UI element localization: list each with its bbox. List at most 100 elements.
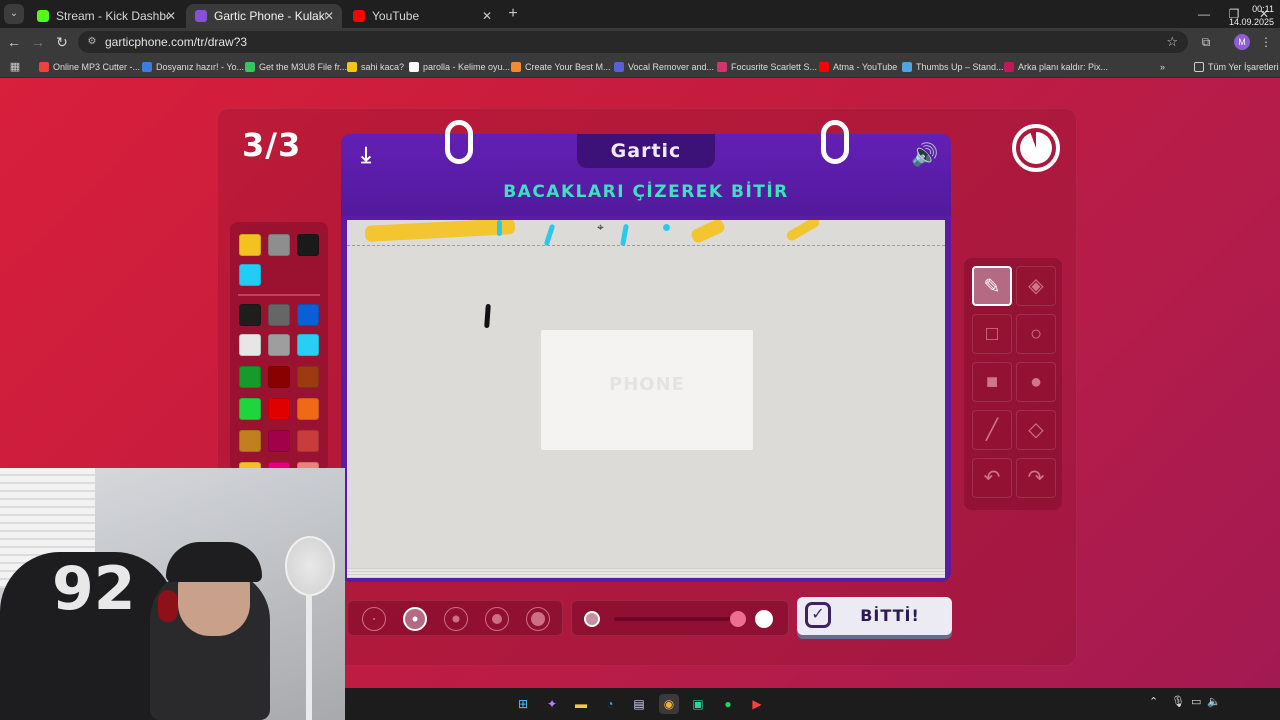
network-icon[interactable]: ▭ [1191, 695, 1201, 708]
color-swatch[interactable] [297, 304, 319, 326]
clock-date: 14.09.2025 [1228, 17, 1274, 27]
bookmark-favicon-icon [245, 62, 255, 72]
tab-youtube[interactable]: YouTube ✕ [344, 4, 500, 28]
minimize-icon[interactable]: — [1188, 4, 1220, 24]
line-icon[interactable]: ╱ [972, 410, 1012, 450]
extensions-icon[interactable]: ⧉ [1198, 34, 1214, 50]
volume-icon[interactable]: 🔊 [909, 142, 941, 168]
brush-size-4[interactable] [485, 607, 509, 631]
color-swatch[interactable] [297, 234, 319, 256]
url-text[interactable]: garticphone.com/tr/draw?3 [105, 31, 247, 53]
close-tab-icon[interactable]: ✕ [482, 4, 492, 28]
drawing-canvas[interactable]: ⌖ PHONE [347, 220, 945, 568]
file-explorer-icon[interactable]: ▬ [571, 694, 591, 714]
rectangle-icon[interactable]: □ [972, 314, 1012, 354]
bookmark-item[interactable]: Online MP3 Cutter -... [39, 59, 140, 75]
tab-kick[interactable]: Stream - Kick Dashboard ✕ [28, 4, 184, 28]
filled-rectangle-icon[interactable]: ■ [972, 362, 1012, 402]
gartic-phone-watermark: PHONE [609, 374, 685, 395]
bookmark-item[interactable]: Atma - YouTube [819, 59, 897, 75]
undo-icon[interactable]: ↶ [972, 458, 1012, 498]
microphone-icon[interactable]: 🎙 [1171, 695, 1185, 708]
bookmark-star-icon[interactable]: ☆ [1166, 31, 1178, 53]
pencil-icon[interactable]: ✎ [972, 266, 1012, 306]
color-swatch[interactable] [239, 398, 261, 420]
redo-icon[interactable]: ↷ [1016, 458, 1056, 498]
color-swatch[interactable] [268, 366, 290, 388]
bookmark-item[interactable]: Arka planı kaldır: Pix... [1004, 59, 1108, 75]
done-button[interactable]: ✓ BİTTİ! [797, 597, 952, 635]
address-bar[interactable]: ⚙ garticphone.com/tr/draw?3 ☆ [78, 31, 1188, 53]
bookmark-item[interactable]: parolla - Kelime oyu... [409, 59, 510, 75]
apps-grid-icon[interactable]: ▦ [8, 60, 22, 74]
brush-size-1[interactable] [362, 607, 386, 631]
color-swatch[interactable] [268, 398, 290, 420]
color-swatch[interactable] [268, 334, 290, 356]
bookmark-item[interactable]: Get the M3U8 File fr... [245, 59, 347, 75]
tab-gartic[interactable]: Gartic Phone - Kulaktan Kulağa ✕ [186, 4, 342, 28]
filled-ellipse-icon[interactable]: ● [1016, 362, 1056, 402]
color-swatch[interactable] [239, 234, 261, 256]
spotify-icon[interactable]: ● [718, 694, 738, 714]
all-bookmarks-folder[interactable]: Tüm Yer İşaretleri [1194, 59, 1279, 75]
done-label: BİTTİ! [860, 606, 920, 625]
more-bookmarks-icon[interactable]: » [1160, 59, 1165, 75]
tab-search-icon[interactable]: ⌄ [4, 4, 24, 24]
speaker-icon[interactable]: 🔈 [1207, 695, 1221, 708]
bookmark-item[interactable]: Create Your Best M... [511, 59, 611, 75]
size-dot-icon [492, 614, 502, 624]
download-icon[interactable]: ⤓ [353, 142, 379, 168]
brush-size-3[interactable] [444, 607, 468, 631]
slider-track[interactable] [614, 617, 740, 621]
fill-bucket-icon[interactable]: ◇ [1016, 410, 1056, 450]
tray-expand-icon[interactable]: ⌃ [1149, 695, 1158, 708]
new-tab-icon[interactable]: + [503, 4, 523, 24]
color-swatch[interactable] [239, 334, 261, 356]
brush-size-2[interactable] [403, 607, 427, 631]
bookmark-favicon-icon [409, 62, 419, 72]
tab-title: Gartic Phone - Kulaktan Kulağa [214, 9, 326, 23]
color-swatch[interactable] [239, 264, 261, 286]
bookmark-item[interactable]: Focusrite Scarlett S... [717, 59, 817, 75]
color-swatch[interactable] [239, 366, 261, 388]
bookmark-item[interactable]: Vocal Remover and... [614, 59, 714, 75]
reload-icon[interactable]: ↻ [52, 32, 72, 52]
previous-drawing-stroke [364, 220, 516, 242]
color-swatch[interactable] [297, 398, 319, 420]
color-swatch[interactable] [268, 304, 290, 326]
opacity-slider[interactable] [571, 600, 789, 636]
app-icon[interactable]: ▣ [688, 694, 708, 714]
media-player-icon[interactable]: ▶ [747, 694, 767, 714]
color-swatch[interactable] [297, 430, 319, 452]
close-tab-icon[interactable]: ✕ [324, 4, 334, 28]
color-swatch[interactable] [268, 234, 290, 256]
color-swatch[interactable] [297, 334, 319, 356]
forward-icon[interactable]: → [28, 32, 48, 52]
copilot-icon[interactable]: ✦ [542, 694, 562, 714]
color-swatch[interactable] [239, 430, 261, 452]
bookmark-item[interactable]: Thumbs Up – Stand... [902, 59, 1004, 75]
close-tab-icon[interactable]: ✕ [166, 4, 176, 28]
site-info-icon[interactable]: ⚙ [86, 36, 98, 48]
color-swatch[interactable] [268, 430, 290, 452]
ellipse-icon[interactable]: ○ [1016, 314, 1056, 354]
color-swatch[interactable] [239, 304, 261, 326]
bookmark-item[interactable]: sahi kaca? [347, 59, 404, 75]
size-dot-icon [373, 618, 375, 620]
system-clock[interactable]: 00:11 14.09.2025 [1222, 3, 1274, 29]
eraser-icon[interactable]: ◈ [1016, 266, 1056, 306]
low-opacity-icon [584, 611, 600, 627]
edge-icon[interactable]: ◔ [600, 694, 620, 714]
bookmark-favicon-icon [614, 62, 624, 72]
back-icon[interactable]: ← [4, 32, 24, 52]
color-swatch[interactable] [297, 366, 319, 388]
slider-handle[interactable] [730, 611, 746, 627]
profile-avatar[interactable]: M [1234, 34, 1250, 50]
start-icon[interactable]: ⊞ [513, 694, 533, 714]
binder-ring [445, 120, 473, 164]
chrome-icon[interactable]: ◉ [659, 694, 679, 714]
brush-size-5[interactable] [526, 607, 550, 631]
bookmark-item[interactable]: Dosyanız hazır! - Yo... [142, 59, 244, 75]
store-icon[interactable]: ▤ [629, 694, 649, 714]
menu-kebab-icon[interactable]: ⋮ [1258, 34, 1274, 50]
